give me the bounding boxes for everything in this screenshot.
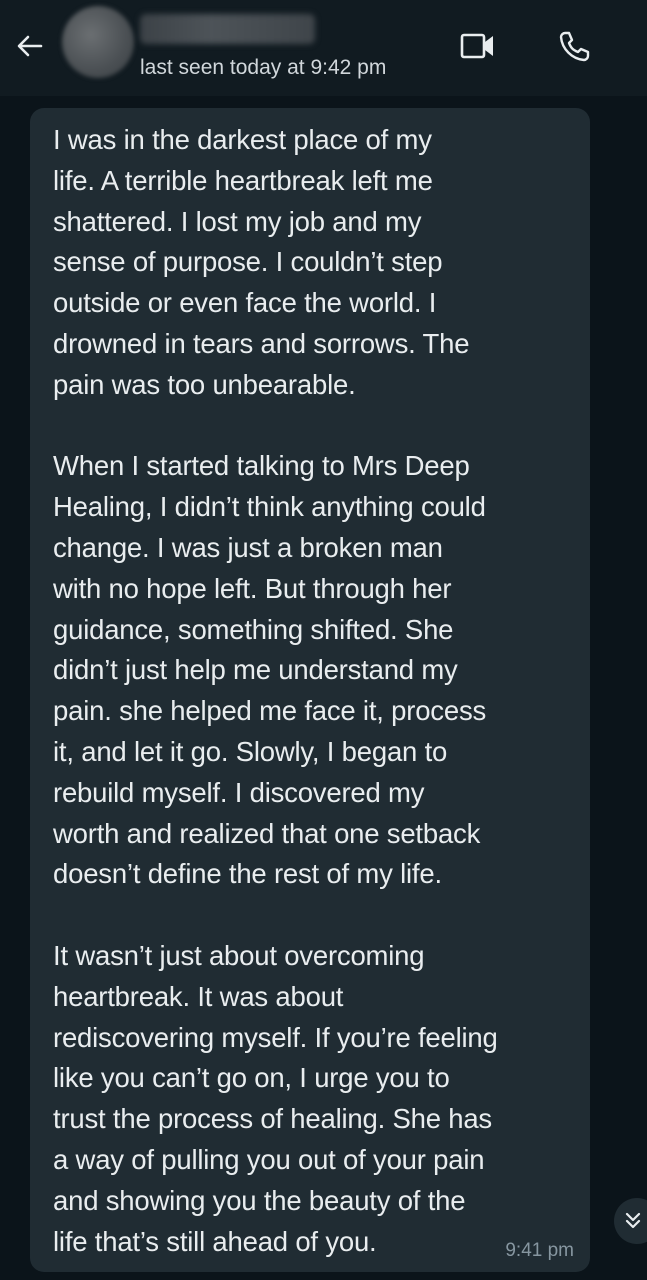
video-call-button[interactable] bbox=[456, 26, 500, 66]
last-seen-status: last seen today at 9:42 pm bbox=[140, 56, 387, 79]
double-chevron-down-icon bbox=[625, 1212, 641, 1229]
phone-icon bbox=[559, 31, 590, 62]
chat-header: last seen today at 9:42 pm bbox=[0, 0, 647, 96]
video-call-icon bbox=[460, 33, 493, 59]
contact-name[interactable] bbox=[140, 14, 315, 44]
arrow-left-icon bbox=[17, 35, 43, 57]
avatar[interactable] bbox=[62, 6, 134, 78]
back-button[interactable] bbox=[10, 26, 50, 66]
message-timestamp: 9:41 pm bbox=[505, 1240, 574, 1261]
incoming-message-bubble[interactable]: I was in the darkest place of my life. A… bbox=[30, 108, 590, 1272]
message-text: I was in the darkest place of my life. A… bbox=[53, 124, 498, 1257]
voice-call-button[interactable] bbox=[553, 26, 597, 66]
